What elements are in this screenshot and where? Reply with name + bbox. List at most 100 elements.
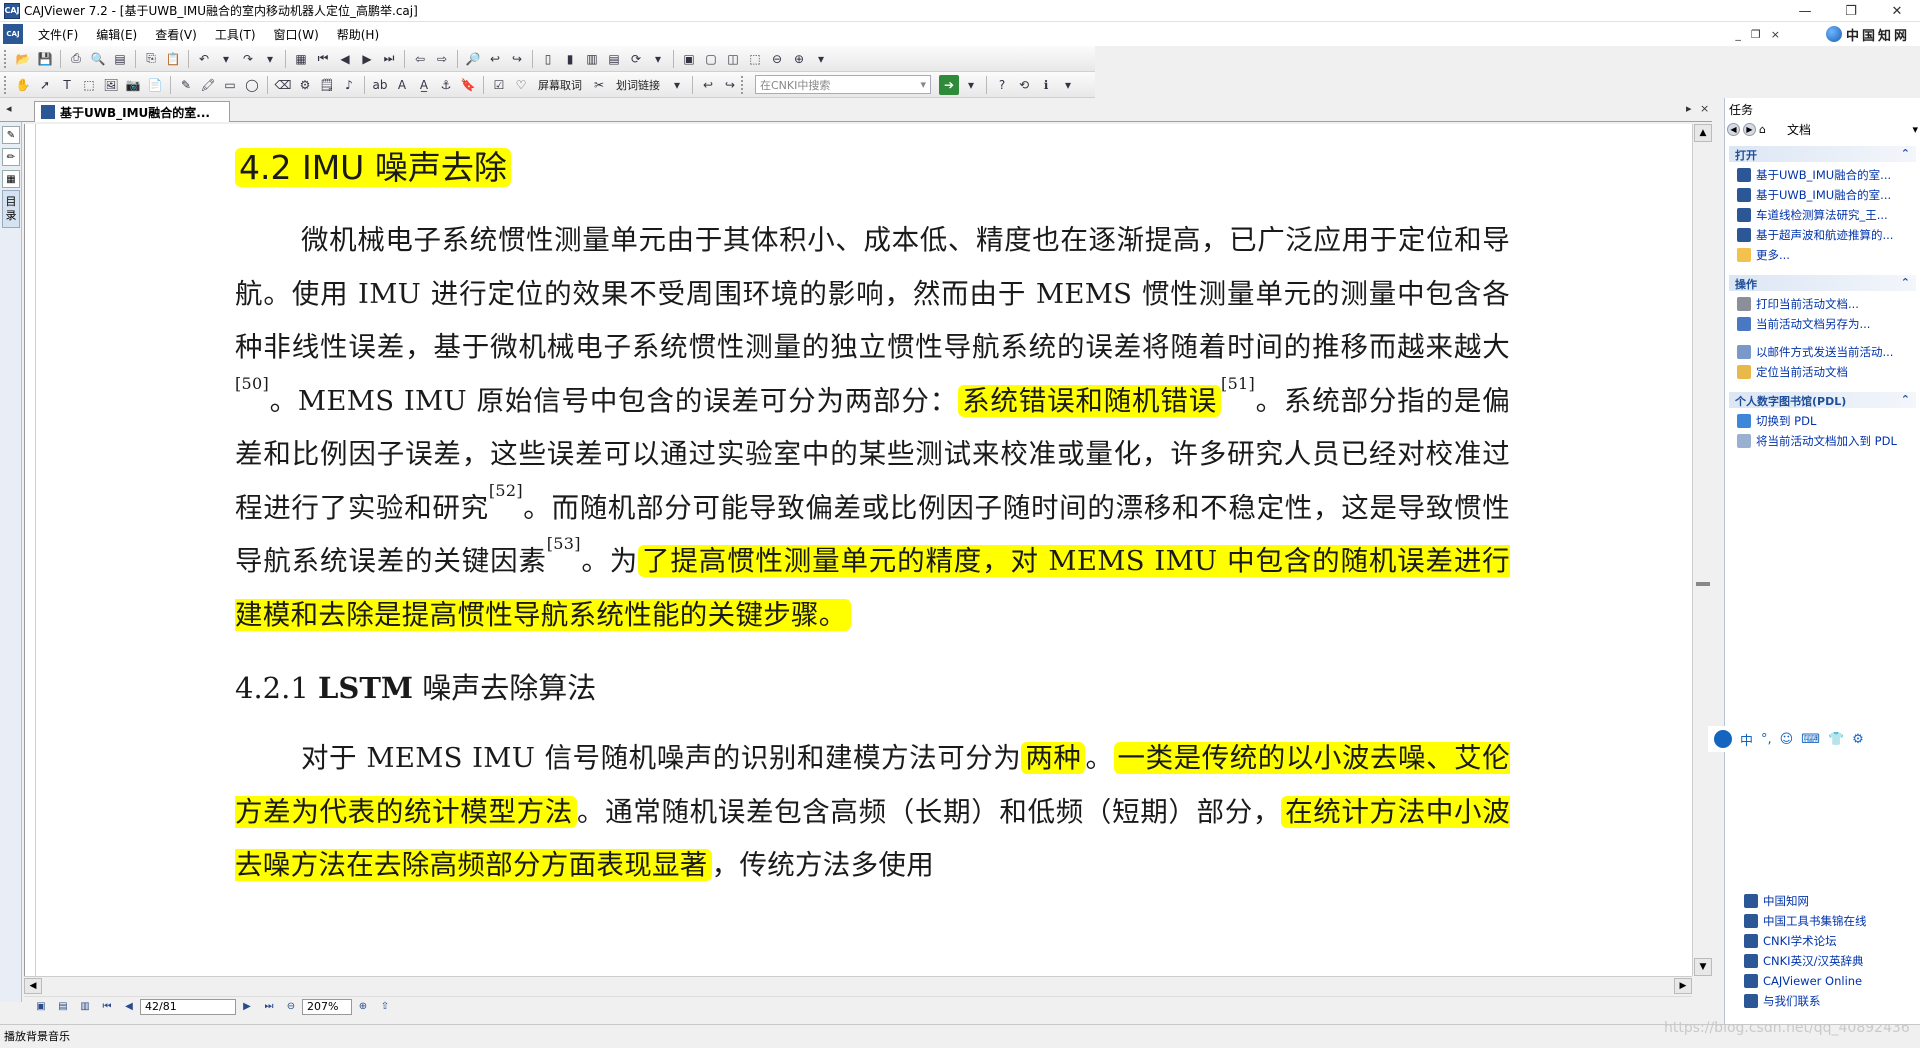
snapshot-icon[interactable]: 📷 <box>123 75 143 95</box>
back-icon[interactable]: ⇦ <box>410 49 430 69</box>
nav-first-icon[interactable]: ⏮ <box>98 999 116 1015</box>
text-select-icon[interactable]: T <box>57 75 77 95</box>
view-dropdown-icon[interactable]: ▾ <box>648 49 668 69</box>
update-icon[interactable]: ⟲ <box>1014 75 1034 95</box>
citation-ref[interactable]: [51] <box>1221 374 1255 393</box>
zoom-in-icon[interactable]: ⊕ <box>789 49 809 69</box>
horizontal-scrollbar[interactable]: ◀ ▶ <box>24 976 1692 994</box>
redo-dropdown-icon[interactable]: ▾ <box>260 49 280 69</box>
facing-icon[interactable]: ▥ <box>582 49 602 69</box>
menu-file[interactable]: 文件(F) <box>29 26 87 43</box>
task-link[interactable]: 将当前活动文档加入到 PDL <box>1737 431 1916 451</box>
nav-prev-icon[interactable]: ◀ <box>120 999 138 1015</box>
zoom-in-nav-icon[interactable]: ⊕ <box>354 999 372 1015</box>
document-view[interactable]: 4.2 IMU 噪声去除 微机械电子系统惯性测量单元由于其体积小、成本低、精度也… <box>24 124 1692 976</box>
continuous-facing-icon[interactable]: ▤ <box>604 49 624 69</box>
next-page-icon[interactable]: ▶ <box>357 49 377 69</box>
scroll-left-icon[interactable]: ◀ <box>24 977 42 994</box>
menu-view[interactable]: 查看(V) <box>146 26 206 43</box>
heart-icon[interactable]: ♡ <box>511 75 531 95</box>
single-view-icon[interactable]: ▣ <box>32 999 50 1015</box>
prev-result-icon[interactable]: ↩ <box>698 75 718 95</box>
print-setup-icon[interactable]: ▤ <box>110 49 130 69</box>
task-link[interactable]: 以邮件方式发送当前活动... <box>1737 342 1916 362</box>
thumbnail-panel-icon[interactable]: ▦ <box>2 170 20 188</box>
cnki-link[interactable]: 中国工具书集锦在线 <box>1744 911 1914 931</box>
fit-width-icon[interactable]: ⬚ <box>745 49 765 69</box>
find-prev-icon[interactable]: ↩ <box>485 49 505 69</box>
ops-section-header[interactable]: 操作 ⌃ <box>1729 275 1916 291</box>
catalog-tab[interactable]: 目录 <box>2 190 20 228</box>
document-menu-icon[interactable]: CAJ <box>3 24 23 44</box>
text-highlight-icon[interactable]: ab <box>370 75 390 95</box>
scroll-up-icon[interactable]: ▲ <box>1694 124 1712 142</box>
copy-icon[interactable]: ⎘ <box>141 49 161 69</box>
cnki-link[interactable]: CNKI学术论坛 <box>1744 931 1914 951</box>
last-page-icon[interactable]: ⏭ <box>379 49 399 69</box>
cnki-link[interactable]: CNKI英汉/汉英辞典 <box>1744 951 1914 971</box>
help-icon[interactable]: ? <box>992 75 1012 95</box>
anchor-icon[interactable]: ⚓ <box>436 75 456 95</box>
task-link[interactable]: 定位当前活动文档 <box>1737 362 1916 382</box>
menu-help[interactable]: 帮助(H) <box>328 26 388 43</box>
scroll-down-icon[interactable]: ▼ <box>1694 958 1712 976</box>
select-arrow-icon[interactable]: ➚ <box>35 75 55 95</box>
open-icon[interactable]: 📂 <box>13 49 33 69</box>
more-icon[interactable]: ▾ <box>1058 75 1078 95</box>
minimize-button[interactable]: — <box>1782 0 1828 22</box>
task-pane-dropdown-icon[interactable]: ▾ <box>1912 123 1918 136</box>
stamp-icon[interactable]: ⚙ <box>295 75 315 95</box>
prev-page-icon[interactable]: ◀ <box>335 49 355 69</box>
task-pane-doc-label[interactable]: 文档 <box>1787 121 1811 138</box>
screen-select-button[interactable]: 屏幕取词 <box>532 77 588 93</box>
go-search-icon[interactable]: ➔ <box>939 74 959 95</box>
cnki-search-input[interactable]: 在CNKI中搜索 ▾ <box>755 75 931 94</box>
ime-logo-icon[interactable] <box>1714 730 1732 748</box>
word-link-icon[interactable]: ✂ <box>589 75 609 95</box>
word-link-button[interactable]: 划词链接 <box>610 77 666 93</box>
zoom-out-nav-icon[interactable]: ⊖ <box>282 999 300 1015</box>
mdi-minimize-button[interactable]: _ <box>1735 28 1741 41</box>
print-preview-icon[interactable]: 🔍 <box>88 49 108 69</box>
find-next-icon[interactable]: ↪ <box>507 49 527 69</box>
annotation-panel-icon[interactable]: ✎ <box>2 126 20 144</box>
toolbar-grip[interactable] <box>4 49 8 68</box>
find-icon[interactable]: 🔎 <box>463 49 483 69</box>
scroll-right-icon[interactable]: ▶ <box>1674 977 1692 994</box>
ime-settings-icon[interactable]: ⚙ <box>1852 732 1864 747</box>
task-link[interactable]: 更多... <box>1737 245 1916 265</box>
underline-icon[interactable]: A̲ <box>414 75 434 95</box>
continuous-icon[interactable]: ▮ <box>560 49 580 69</box>
ime-emoji-icon[interactable]: ☺ <box>1780 732 1794 747</box>
tab-close-icon[interactable]: × <box>1700 102 1709 115</box>
hand-tool-icon[interactable]: ✋ <box>13 75 33 95</box>
up-arrow-icon[interactable]: ⇧ <box>376 999 394 1015</box>
tab-active-document[interactable]: 基于UWB_IMU融合的室... <box>34 101 230 122</box>
mdi-restore-button[interactable]: ❐ <box>1751 28 1761 41</box>
search-options-icon[interactable]: ▾ <box>961 75 981 95</box>
save-icon[interactable]: 💾 <box>35 49 55 69</box>
ellipse-icon[interactable]: ◯ <box>242 75 262 95</box>
mdi-close-button[interactable]: × <box>1771 28 1780 41</box>
ime-keyboard-icon[interactable]: ⌨ <box>1801 732 1820 747</box>
task-link[interactable]: 车道线检测算法研究_王... <box>1737 205 1916 225</box>
ocr-icon[interactable]: 📄 <box>145 75 165 95</box>
task-link[interactable]: 切换到 PDL <box>1737 411 1916 431</box>
collapse-icon[interactable]: ⌃ <box>1901 276 1910 290</box>
rotate-icon[interactable]: ⟳ <box>626 49 646 69</box>
zoom-out-icon[interactable]: ⊖ <box>767 49 787 69</box>
actual-size-icon[interactable]: ▢ <box>701 49 721 69</box>
continuous-view-icon[interactable]: ▤ <box>54 999 72 1015</box>
pen-icon[interactable]: ✎ <box>176 75 196 95</box>
citation-ref[interactable]: [50] <box>235 374 269 393</box>
layout-icon[interactable]: ▦ <box>291 49 311 69</box>
menu-window[interactable]: 窗口(W) <box>265 26 328 43</box>
single-page-icon[interactable]: ▯ <box>538 49 558 69</box>
area-select-icon[interactable]: ⬚ <box>79 75 99 95</box>
open-section-header[interactable]: 打开 ⌃ <box>1729 146 1916 162</box>
rectangle-icon[interactable]: ▭ <box>220 75 240 95</box>
screen-select-toggle-icon[interactable]: ☑ <box>489 75 509 95</box>
pdl-section-header[interactable]: 个人数字图书馆(PDL) ⌃ <box>1729 392 1916 408</box>
home-icon[interactable]: ⌂ <box>1759 123 1766 136</box>
word-link-dropdown-icon[interactable]: ▾ <box>667 75 687 95</box>
